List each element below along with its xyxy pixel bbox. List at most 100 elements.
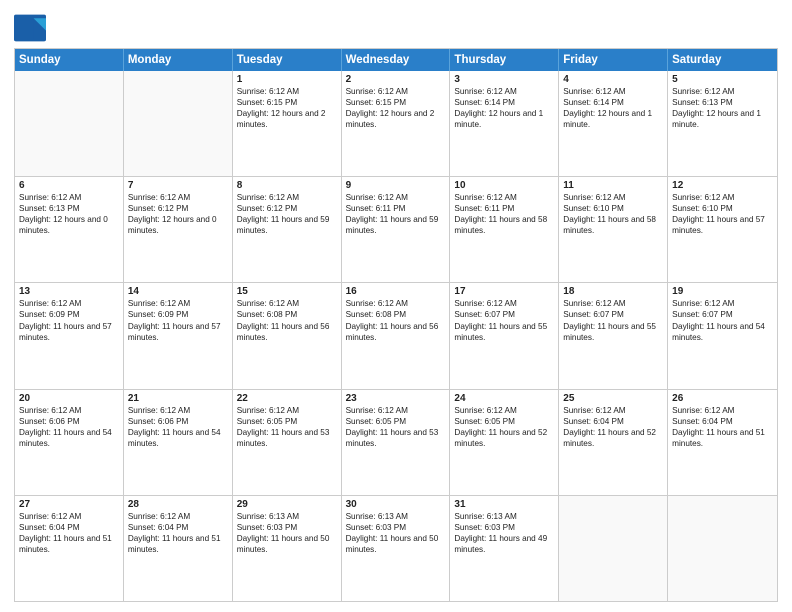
day-info: Sunrise: 6:12 AM Sunset: 6:04 PM Dayligh…: [672, 405, 773, 449]
day-info: Sunrise: 6:12 AM Sunset: 6:10 PM Dayligh…: [563, 192, 663, 236]
day-cell-1: 1Sunrise: 6:12 AM Sunset: 6:15 PM Daylig…: [233, 71, 342, 176]
day-number: 10: [454, 180, 554, 191]
day-info: Sunrise: 6:13 AM Sunset: 6:03 PM Dayligh…: [237, 511, 337, 555]
day-cell-5: 5Sunrise: 6:12 AM Sunset: 6:13 PM Daylig…: [668, 71, 777, 176]
day-cell-26: 26Sunrise: 6:12 AM Sunset: 6:04 PM Dayli…: [668, 390, 777, 495]
day-cell-4: 4Sunrise: 6:12 AM Sunset: 6:14 PM Daylig…: [559, 71, 668, 176]
day-info: Sunrise: 6:13 AM Sunset: 6:03 PM Dayligh…: [454, 511, 554, 555]
calendar-body: 1Sunrise: 6:12 AM Sunset: 6:15 PM Daylig…: [15, 71, 777, 601]
day-number: 25: [563, 393, 663, 404]
day-number: 3: [454, 74, 554, 85]
day-info: Sunrise: 6:12 AM Sunset: 6:07 PM Dayligh…: [454, 298, 554, 342]
day-number: 11: [563, 180, 663, 191]
day-info: Sunrise: 6:12 AM Sunset: 6:12 PM Dayligh…: [128, 192, 228, 236]
day-number: 30: [346, 499, 446, 510]
day-number: 4: [563, 74, 663, 85]
day-number: 14: [128, 286, 228, 297]
page: SundayMondayTuesdayWednesdayThursdayFrid…: [0, 0, 792, 612]
day-number: 17: [454, 286, 554, 297]
day-header-saturday: Saturday: [668, 49, 777, 71]
day-number: 7: [128, 180, 228, 191]
day-cell-27: 27Sunrise: 6:12 AM Sunset: 6:04 PM Dayli…: [15, 496, 124, 601]
day-cell-13: 13Sunrise: 6:12 AM Sunset: 6:09 PM Dayli…: [15, 283, 124, 388]
calendar-week-4: 20Sunrise: 6:12 AM Sunset: 6:06 PM Dayli…: [15, 390, 777, 496]
day-cell-12: 12Sunrise: 6:12 AM Sunset: 6:10 PM Dayli…: [668, 177, 777, 282]
day-cell-15: 15Sunrise: 6:12 AM Sunset: 6:08 PM Dayli…: [233, 283, 342, 388]
day-number: 24: [454, 393, 554, 404]
day-info: Sunrise: 6:12 AM Sunset: 6:11 PM Dayligh…: [454, 192, 554, 236]
day-info: Sunrise: 6:12 AM Sunset: 6:13 PM Dayligh…: [19, 192, 119, 236]
day-number: 6: [19, 180, 119, 191]
day-header-tuesday: Tuesday: [233, 49, 342, 71]
day-cell-14: 14Sunrise: 6:12 AM Sunset: 6:09 PM Dayli…: [124, 283, 233, 388]
day-cell-31: 31Sunrise: 6:13 AM Sunset: 6:03 PM Dayli…: [450, 496, 559, 601]
day-info: Sunrise: 6:12 AM Sunset: 6:05 PM Dayligh…: [346, 405, 446, 449]
day-cell-18: 18Sunrise: 6:12 AM Sunset: 6:07 PM Dayli…: [559, 283, 668, 388]
empty-cell: [559, 496, 668, 601]
day-info: Sunrise: 6:12 AM Sunset: 6:12 PM Dayligh…: [237, 192, 337, 236]
calendar-header-row: SundayMondayTuesdayWednesdayThursdayFrid…: [15, 49, 777, 71]
logo: [14, 14, 50, 42]
day-header-monday: Monday: [124, 49, 233, 71]
day-info: Sunrise: 6:12 AM Sunset: 6:10 PM Dayligh…: [672, 192, 773, 236]
day-cell-3: 3Sunrise: 6:12 AM Sunset: 6:14 PM Daylig…: [450, 71, 559, 176]
day-number: 21: [128, 393, 228, 404]
calendar-week-3: 13Sunrise: 6:12 AM Sunset: 6:09 PM Dayli…: [15, 283, 777, 389]
day-cell-19: 19Sunrise: 6:12 AM Sunset: 6:07 PM Dayli…: [668, 283, 777, 388]
day-info: Sunrise: 6:12 AM Sunset: 6:05 PM Dayligh…: [237, 405, 337, 449]
empty-cell: [124, 71, 233, 176]
day-info: Sunrise: 6:12 AM Sunset: 6:05 PM Dayligh…: [454, 405, 554, 449]
day-info: Sunrise: 6:12 AM Sunset: 6:15 PM Dayligh…: [346, 86, 446, 130]
day-number: 28: [128, 499, 228, 510]
day-header-thursday: Thursday: [450, 49, 559, 71]
day-cell-9: 9Sunrise: 6:12 AM Sunset: 6:11 PM Daylig…: [342, 177, 451, 282]
day-cell-7: 7Sunrise: 6:12 AM Sunset: 6:12 PM Daylig…: [124, 177, 233, 282]
day-header-wednesday: Wednesday: [342, 49, 451, 71]
day-info: Sunrise: 6:13 AM Sunset: 6:03 PM Dayligh…: [346, 511, 446, 555]
day-info: Sunrise: 6:12 AM Sunset: 6:04 PM Dayligh…: [128, 511, 228, 555]
calendar-week-2: 6Sunrise: 6:12 AM Sunset: 6:13 PM Daylig…: [15, 177, 777, 283]
calendar-week-5: 27Sunrise: 6:12 AM Sunset: 6:04 PM Dayli…: [15, 496, 777, 601]
day-info: Sunrise: 6:12 AM Sunset: 6:06 PM Dayligh…: [19, 405, 119, 449]
day-number: 9: [346, 180, 446, 191]
day-number: 1: [237, 74, 337, 85]
day-cell-2: 2Sunrise: 6:12 AM Sunset: 6:15 PM Daylig…: [342, 71, 451, 176]
day-number: 29: [237, 499, 337, 510]
day-cell-28: 28Sunrise: 6:12 AM Sunset: 6:04 PM Dayli…: [124, 496, 233, 601]
day-cell-24: 24Sunrise: 6:12 AM Sunset: 6:05 PM Dayli…: [450, 390, 559, 495]
header: [14, 10, 778, 42]
day-cell-6: 6Sunrise: 6:12 AM Sunset: 6:13 PM Daylig…: [15, 177, 124, 282]
day-info: Sunrise: 6:12 AM Sunset: 6:08 PM Dayligh…: [237, 298, 337, 342]
day-cell-10: 10Sunrise: 6:12 AM Sunset: 6:11 PM Dayli…: [450, 177, 559, 282]
day-number: 27: [19, 499, 119, 510]
day-info: Sunrise: 6:12 AM Sunset: 6:08 PM Dayligh…: [346, 298, 446, 342]
empty-cell: [15, 71, 124, 176]
day-info: Sunrise: 6:12 AM Sunset: 6:14 PM Dayligh…: [563, 86, 663, 130]
day-number: 20: [19, 393, 119, 404]
day-info: Sunrise: 6:12 AM Sunset: 6:13 PM Dayligh…: [672, 86, 773, 130]
day-number: 22: [237, 393, 337, 404]
day-info: Sunrise: 6:12 AM Sunset: 6:14 PM Dayligh…: [454, 86, 554, 130]
empty-cell: [668, 496, 777, 601]
day-number: 31: [454, 499, 554, 510]
day-number: 18: [563, 286, 663, 297]
day-info: Sunrise: 6:12 AM Sunset: 6:11 PM Dayligh…: [346, 192, 446, 236]
day-cell-11: 11Sunrise: 6:12 AM Sunset: 6:10 PM Dayli…: [559, 177, 668, 282]
day-cell-23: 23Sunrise: 6:12 AM Sunset: 6:05 PM Dayli…: [342, 390, 451, 495]
day-cell-20: 20Sunrise: 6:12 AM Sunset: 6:06 PM Dayli…: [15, 390, 124, 495]
day-cell-30: 30Sunrise: 6:13 AM Sunset: 6:03 PM Dayli…: [342, 496, 451, 601]
day-cell-8: 8Sunrise: 6:12 AM Sunset: 6:12 PM Daylig…: [233, 177, 342, 282]
day-info: Sunrise: 6:12 AM Sunset: 6:07 PM Dayligh…: [672, 298, 773, 342]
day-cell-22: 22Sunrise: 6:12 AM Sunset: 6:05 PM Dayli…: [233, 390, 342, 495]
day-info: Sunrise: 6:12 AM Sunset: 6:04 PM Dayligh…: [563, 405, 663, 449]
day-info: Sunrise: 6:12 AM Sunset: 6:06 PM Dayligh…: [128, 405, 228, 449]
day-info: Sunrise: 6:12 AM Sunset: 6:15 PM Dayligh…: [237, 86, 337, 130]
day-number: 5: [672, 74, 773, 85]
day-info: Sunrise: 6:12 AM Sunset: 6:04 PM Dayligh…: [19, 511, 119, 555]
day-header-friday: Friday: [559, 49, 668, 71]
calendar: SundayMondayTuesdayWednesdayThursdayFrid…: [14, 48, 778, 602]
day-number: 19: [672, 286, 773, 297]
day-cell-16: 16Sunrise: 6:12 AM Sunset: 6:08 PM Dayli…: [342, 283, 451, 388]
day-cell-25: 25Sunrise: 6:12 AM Sunset: 6:04 PM Dayli…: [559, 390, 668, 495]
day-header-sunday: Sunday: [15, 49, 124, 71]
